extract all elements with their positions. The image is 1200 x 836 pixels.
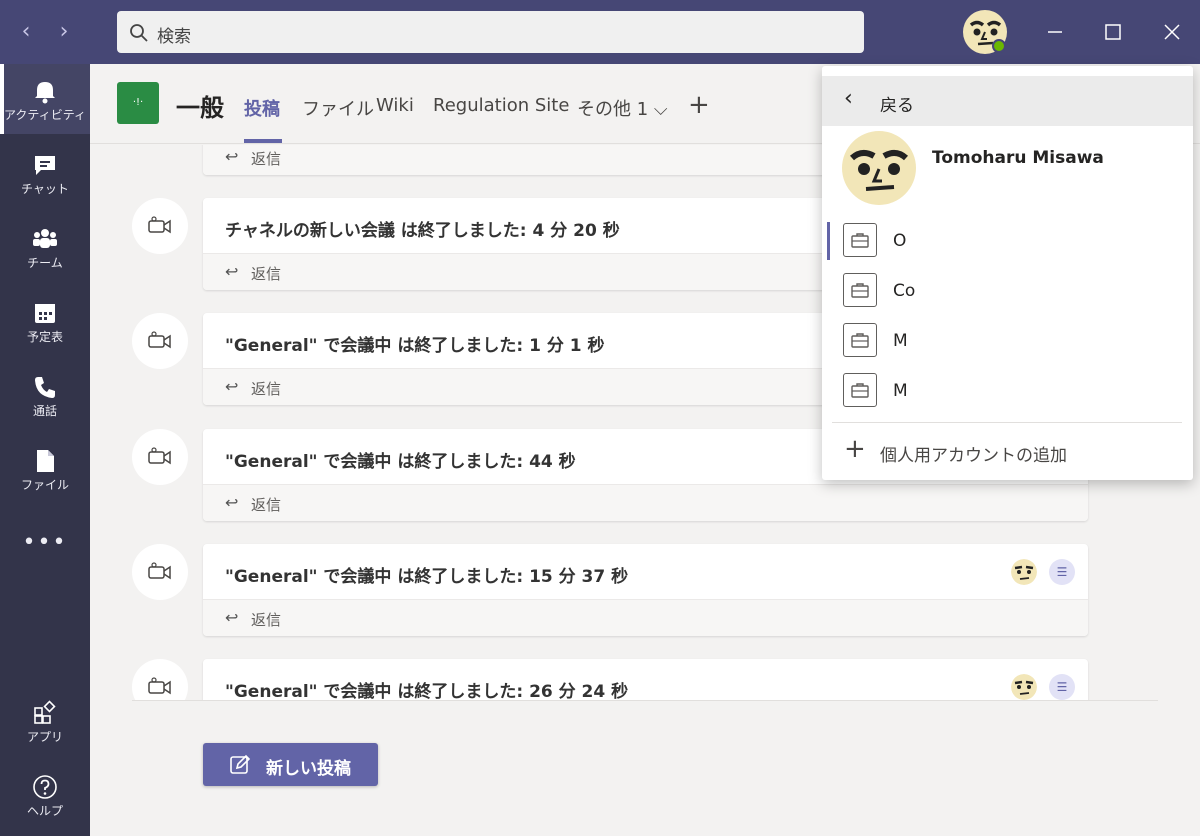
new-post-button[interactable]: 新しい投稿 (203, 743, 378, 786)
rail-item-apps[interactable]: アプリ (0, 686, 90, 756)
rail-label: アプリ (26, 730, 63, 744)
briefcase-icon (843, 373, 877, 407)
rail-label: 通話 (32, 404, 57, 418)
apps-icon (34, 700, 56, 724)
message-title: "General" で会議中 は終了しました: 44 秒 (225, 452, 576, 472)
rail-label: 予定表 (26, 330, 63, 344)
calendar-icon (35, 304, 55, 323)
rail-label: チャット (21, 182, 69, 196)
available-status-icon (992, 39, 1006, 53)
file-icon (37, 450, 54, 472)
org-label: Co (893, 281, 916, 301)
message-title: "General" で会議中 は終了しました: 15 分 37 秒 (225, 567, 629, 587)
rail-label: チーム (27, 256, 63, 270)
rail-label: アクティビティ (4, 108, 86, 122)
message-title: "General" で会議中 は終了しました: 26 分 24 秒 (225, 682, 629, 700)
participant-avatar[interactable] (1011, 674, 1037, 700)
reply-row[interactable]: ↩ 返信 (203, 599, 1088, 636)
minimize-icon[interactable] (1039, 16, 1071, 48)
briefcase-icon (843, 323, 877, 357)
transcript-icon[interactable]: ☰ (1049, 559, 1075, 585)
tab-files[interactable]: ファイル (302, 95, 374, 121)
reply-label: 返信 (251, 380, 282, 398)
message-title: "General" で会議中 は終了しました: 1 分 1 秒 (225, 336, 605, 356)
org-item[interactable]: O (822, 216, 1193, 266)
meeting-icon (132, 429, 188, 485)
rail-item-calls[interactable]: 通話 (0, 360, 90, 430)
reply-row[interactable]: ↩ 返信 (203, 484, 1088, 521)
org-item[interactable]: M (822, 316, 1193, 366)
tab-regulation-site[interactable]: Regulation Site (433, 95, 569, 116)
reply-label: 返信 (251, 611, 282, 629)
maximize-icon[interactable] (1097, 16, 1129, 48)
title-bar: ‹ › 検索 (0, 0, 1200, 64)
new-post-label: 新しい投稿 (266, 759, 351, 779)
help-icon (33, 775, 57, 799)
teams-icon (33, 229, 57, 248)
tab-posts[interactable]: 投稿 (244, 95, 280, 121)
chat-icon (35, 156, 55, 175)
reply-label: 返信 (251, 150, 282, 168)
message-card[interactable]: "General" で会議中 は終了しました: 15 分 37 秒 ☰ ↩ 返信 (203, 544, 1088, 636)
participant-avatar[interactable] (1011, 559, 1037, 585)
briefcase-icon (843, 223, 877, 257)
reply-label: 返信 (251, 496, 282, 514)
compose-divider (132, 700, 1158, 701)
tab-wiki[interactable]: Wiki (376, 95, 414, 116)
message-title: チャネルの新しい会議 は終了しました: 4 分 20 秒 (225, 221, 620, 241)
plus-icon[interactable]: + (844, 434, 866, 464)
back-nav-icon[interactable]: ‹ (14, 18, 38, 46)
meeting-icon (132, 659, 188, 700)
org-label: M (893, 381, 908, 401)
rail-item-calendar[interactable]: 予定表 (0, 286, 90, 356)
app-rail: アクティビティ チャット チーム 予定表 通話 ファイル ••• アプリ ヘルプ (0, 64, 90, 836)
rail-item-activity[interactable]: アクティビティ (0, 64, 90, 134)
forward-nav-icon[interactable]: › (52, 18, 76, 46)
rail-label: ヘルプ (26, 804, 63, 818)
rail-item-more[interactable]: ••• (0, 516, 90, 576)
reply-label: 返信 (251, 265, 282, 283)
add-tab-button[interactable]: + (688, 90, 710, 120)
channel-name: 一般 (176, 94, 224, 122)
profile-avatar (842, 131, 916, 205)
search-placeholder: 検索 (157, 27, 191, 47)
org-item[interactable]: Co (822, 266, 1193, 316)
org-label: O (893, 231, 907, 251)
bell-icon (35, 82, 55, 104)
message-card[interactable]: "General" で会議中 は終了しました: 26 分 24 秒 ☰ (203, 659, 1088, 700)
profile-name: Tomoharu Misawa (932, 148, 1104, 168)
transcript-icon[interactable]: ☰ (1049, 674, 1075, 700)
rail-item-help[interactable]: ヘルプ (0, 760, 90, 830)
reply-icon: ↩ (225, 147, 239, 166)
org-label: M (893, 331, 908, 351)
rail-item-files[interactable]: ファイル (0, 434, 90, 504)
org-item[interactable]: M (822, 366, 1193, 416)
briefcase-icon (843, 273, 877, 307)
add-personal-account-link[interactable]: 個人用アカウントの追加 (880, 441, 1067, 466)
search-input[interactable]: 検索 (117, 11, 864, 53)
tab-more[interactable]: その他 1 ⌵ (577, 95, 668, 121)
reply-icon: ↩ (225, 377, 239, 396)
meeting-icon (132, 544, 188, 600)
rail-item-teams[interactable]: チーム (0, 212, 90, 282)
compose-icon (230, 754, 251, 774)
search-icon (130, 24, 148, 42)
more-icon: ••• (22, 530, 68, 555)
reply-icon: ↩ (225, 493, 239, 512)
rail-item-chat[interactable]: チャット (0, 138, 90, 208)
reply-icon: ↩ (225, 262, 239, 281)
menu-divider (832, 422, 1182, 423)
team-avatar[interactable]: ·!· (117, 82, 159, 124)
chevron-left-icon: ‹ (844, 86, 853, 111)
rail-label: ファイル (20, 478, 69, 492)
account-switcher-menu: ‹ 戻る Tomoharu Misawa O Co M M + 個人用アカウント… (822, 66, 1193, 480)
back-button[interactable]: ‹ 戻る (822, 76, 1193, 126)
meeting-icon (132, 313, 188, 369)
phone-icon (35, 377, 55, 398)
meeting-icon (132, 198, 188, 254)
reply-icon: ↩ (225, 608, 239, 627)
back-label: 戻る (880, 96, 914, 116)
active-tab-indicator (244, 139, 282, 143)
close-icon[interactable] (1156, 16, 1188, 48)
